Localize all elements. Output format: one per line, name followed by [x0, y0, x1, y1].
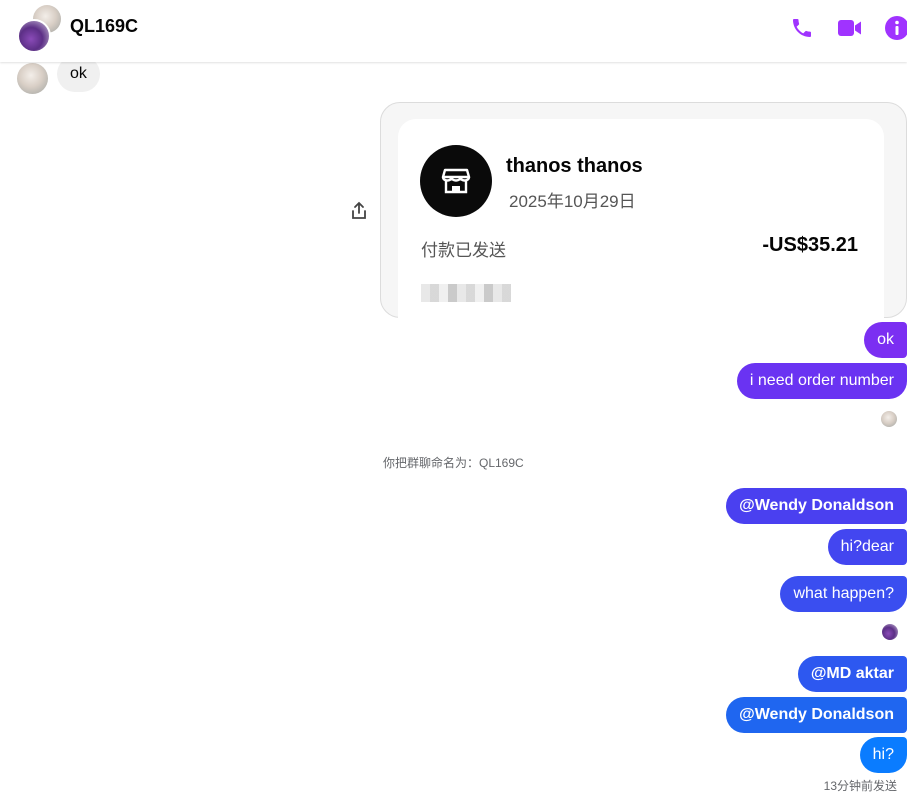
- read-receipt-avatar: [882, 624, 898, 640]
- payee-name: thanos thanos: [506, 155, 643, 177]
- outgoing-message-bubble: what happen?: [780, 576, 907, 612]
- redacted-text: [421, 284, 511, 302]
- read-receipt-avatar: [881, 411, 897, 427]
- info-icon[interactable]: [883, 14, 907, 42]
- outgoing-message-bubble: hi?dear: [827, 529, 907, 565]
- sent-timestamp: 13分钟前发送: [823, 779, 897, 793]
- system-notice: 你把群聊命名为：QL169C: [383, 456, 524, 470]
- outgoing-message-bubble: hi?: [859, 737, 907, 773]
- sender-avatar[interactable]: [17, 63, 48, 94]
- share-icon[interactable]: [350, 201, 368, 221]
- payment-card-body: thanos thanos 2025年10月29日 付款已发送 -US$35.2…: [398, 119, 884, 339]
- outgoing-message-bubble: ok: [864, 322, 907, 358]
- store-icon: [420, 145, 492, 217]
- outgoing-message-bubble: @Wendy Donaldson: [726, 488, 907, 524]
- chat-title[interactable]: QL169C: [70, 16, 138, 37]
- payment-date: 2025年10月29日: [509, 192, 636, 211]
- payment-card[interactable]: thanos thanos 2025年10月29日 付款已发送 -US$35.2…: [380, 102, 907, 339]
- outgoing-message-bubble: @MD aktar: [797, 656, 907, 692]
- payment-amount: -US$35.21: [762, 234, 858, 256]
- outgoing-message-bubble: @Wendy Donaldson: [726, 697, 907, 733]
- group-avatar-front[interactable]: [17, 19, 51, 53]
- payment-status: 付款已发送: [421, 241, 506, 260]
- video-icon[interactable]: [836, 14, 864, 42]
- chat-header: QL169C: [0, 0, 907, 62]
- outgoing-message-bubble: i need order number: [736, 363, 907, 399]
- phone-icon[interactable]: [788, 14, 816, 42]
